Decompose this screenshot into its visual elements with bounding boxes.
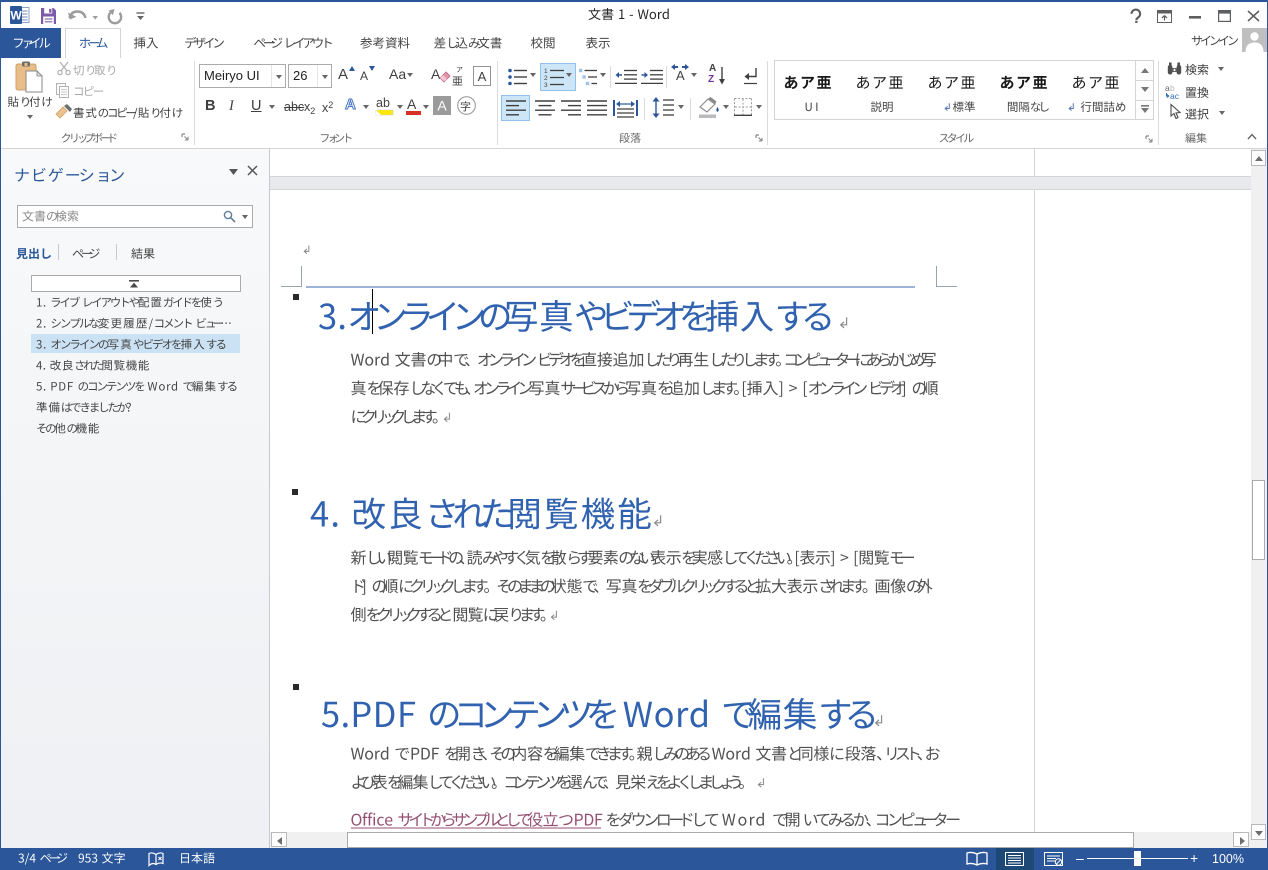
svg-text:A: A (437, 98, 447, 114)
svg-text:W: W (10, 9, 22, 23)
svg-text:2: 2 (544, 75, 548, 82)
svg-text:3: 3 (544, 82, 548, 89)
svg-text:1: 1 (544, 68, 548, 75)
svg-text:A: A (478, 69, 487, 84)
svg-text:ac: ac (1170, 91, 1180, 101)
